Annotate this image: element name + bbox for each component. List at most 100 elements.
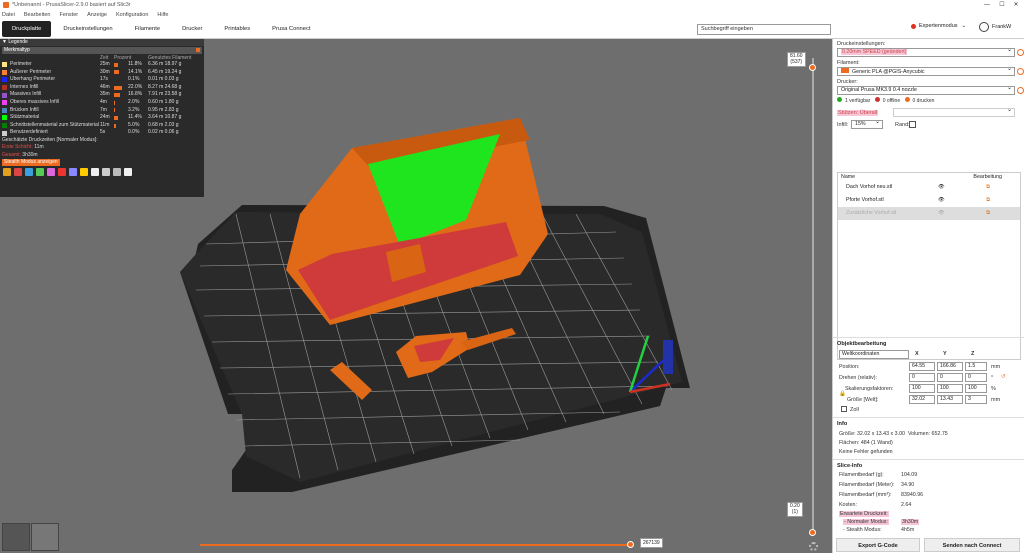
legend-row[interactable]: Überhang Perimeter 17s 0.1% 0.01 m 0.03 g (0, 76, 204, 84)
reset-rotation-icon[interactable]: ↺ (1001, 374, 1006, 380)
object-row-selected[interactable]: Zusätzliche Vorhof.stl 👁 ⧉ (838, 207, 1020, 220)
tab-druckeinstellungen[interactable]: Druckeinstellungen (53, 21, 122, 37)
scale-z-input[interactable]: 100 (965, 384, 987, 393)
filament-combo[interactable]: Generic PLA @PGIS-Anycubic (837, 66, 1015, 76)
wipe-icon[interactable] (14, 168, 22, 177)
legend-row[interactable]: Massives Infill 35m 16.8% 7.91 m 23.58 g (0, 91, 204, 99)
tab-druckplatte[interactable]: Druckplatte (2, 20, 52, 37)
object-row[interactable]: Pforte Vorhof.stl 👁 ⧉ (838, 194, 1020, 207)
minimize-button[interactable]: — (980, 0, 994, 10)
slice-row-value: 34.90 (901, 482, 915, 488)
close-button[interactable]: ✕ (1009, 0, 1023, 10)
tab-prusa-connect[interactable]: Prusa Connect (262, 21, 320, 37)
rotate-z-input[interactable]: 0 (965, 373, 987, 382)
position-z-input[interactable]: 1.5 (965, 362, 987, 371)
tool-marker-icon[interactable] (124, 168, 132, 177)
user-account[interactable]: FrankW (979, 22, 1011, 32)
move-slider-thumb[interactable] (627, 541, 634, 548)
title-bar: *Unbenannt - PrusaSlicer-2.9.0 basiert a… (0, 0, 1024, 10)
printer-cog-icon[interactable] (1017, 87, 1024, 94)
legend-row[interactable]: Internes Infill 46m 22.0% 8.27 m 24.68 g (0, 84, 204, 92)
printer-combo[interactable]: Original Prusa MK3.9 0.4 nozzle (837, 85, 1015, 95)
prusaslicer-logo-icon (3, 2, 9, 8)
menu-konfiguration[interactable]: Konfiguration (116, 12, 148, 18)
move-slider[interactable] (200, 544, 630, 546)
axis-y-label: Y (943, 351, 947, 357)
shells-icon[interactable] (113, 168, 121, 177)
layer-slider[interactable] (812, 58, 814, 534)
menu-bearbeiten[interactable]: Bearbeiten (24, 12, 51, 18)
tab-printables[interactable]: Printables (214, 21, 260, 37)
legend-row-pct: 14.1% (128, 68, 143, 75)
layer-slider-top-thumb[interactable] (809, 64, 816, 71)
center-of-gravity-icon[interactable] (102, 168, 110, 177)
tool-change-icon[interactable] (58, 168, 66, 177)
stealth-mode-value: 4h5m (901, 527, 915, 533)
3d-view-icon[interactable] (2, 523, 30, 551)
legend-swatch-icon (2, 62, 7, 68)
supports-combo[interactable] (893, 107, 1015, 117)
brim-checkbox[interactable] (909, 121, 916, 128)
seams-icon[interactable] (47, 168, 55, 177)
coord-system-select[interactable]: Weltkoordinaten (839, 350, 909, 359)
size-x-input[interactable]: 32.02 (909, 395, 935, 404)
layers-view-icon[interactable] (31, 523, 59, 551)
send-to-connect-button[interactable]: Senden nach Connect (924, 538, 1020, 552)
legend-row[interactable]: Schnittstellenmaterial zum Stützmaterial… (0, 122, 204, 130)
objlist-col-name: Name (841, 174, 856, 180)
legend-row-bar (114, 85, 122, 90)
travel-icon[interactable] (3, 168, 11, 177)
filament-cog-icon[interactable] (1017, 68, 1024, 75)
print-settings-cog-icon[interactable] (1017, 49, 1024, 56)
legend-row-bar (114, 100, 115, 105)
legend-row[interactable]: Äußerer Perimeter 30m 14.1% 6.45 m 19.24 g (0, 69, 204, 77)
lock-icon[interactable]: 🔒 (839, 391, 846, 397)
search-input[interactable]: Suchbegriff eingeben (697, 24, 831, 35)
menu-anzeige[interactable]: Anzeige (87, 12, 107, 18)
stealth-mode-button[interactable]: Stealth Modus anzeigen (2, 159, 60, 167)
tab-drucker[interactable]: Drucker (172, 21, 212, 37)
layer-slider-bottom-thumb[interactable] (809, 529, 816, 536)
print-settings-combo[interactable]: 0.20mm SPEED (geändert) (837, 47, 1015, 57)
legend-row[interactable]: Stützmaterial 24m 11.4% 3.64 m 10.87 g (0, 114, 204, 122)
scale-x-input[interactable]: 100 (909, 384, 935, 393)
deretraction-icon[interactable] (36, 168, 44, 177)
legend-header[interactable]: ▼ Legende (0, 39, 204, 46)
position-y-input[interactable]: 166.86 (937, 362, 963, 371)
retraction-icon[interactable] (25, 168, 33, 177)
menu-fenster[interactable]: Fenster (59, 12, 78, 18)
size-z-input[interactable]: 3 (965, 395, 987, 404)
custom-gcode-icon[interactable] (91, 168, 99, 177)
mode-selector[interactable]: Expertenmodus ⌄ (911, 23, 966, 29)
legend-row[interactable]: Brücken Infill 7m 3.2% 0.95 m 2.83 g (0, 107, 204, 115)
position-x-input[interactable]: 64.55 (909, 362, 935, 371)
legend-row-name: Brücken Infill (10, 106, 39, 113)
pause-icon[interactable] (80, 168, 88, 177)
position-unit: mm (991, 364, 1001, 370)
scale-y-input[interactable]: 100 (937, 384, 963, 393)
inch-checkbox[interactable] (841, 406, 847, 412)
slice-row-label: Filamentbedarf (mm³): (839, 492, 892, 498)
size-y-input[interactable]: 13.43 (937, 395, 963, 404)
export-gcode-button[interactable]: Export G-Code (836, 538, 920, 552)
menu-datei[interactable]: Datei (2, 12, 15, 18)
legend-swatch-icon (2, 100, 7, 106)
menu-hilfe[interactable]: Hilfe (157, 12, 168, 18)
info-faces: Flächen: 484 (1 Wand) (839, 440, 893, 446)
rotate-x-input[interactable]: 0 (909, 373, 935, 382)
tab-filamente[interactable]: Filamente (125, 21, 170, 37)
infill-combo[interactable]: 15% (851, 119, 883, 129)
color-change-icon[interactable] (69, 168, 77, 177)
maximize-button[interactable]: ☐ (995, 0, 1009, 10)
legend-row-name: Internes Infill (10, 83, 39, 90)
legend-row-name: Äußerer Perimeter (10, 68, 52, 75)
legend-view-dropdown[interactable]: Merkmaltyp (2, 47, 202, 54)
legend-row[interactable]: Oberes massives Infill 4m 2.0% 0.60 m 1.80 … (0, 99, 204, 107)
rotate-y-input[interactable]: 0 (937, 373, 963, 382)
legend-row[interactable]: Perimeter 25m 11.8% 6.36 m 18.97 g (0, 61, 204, 69)
legend-row[interactable]: Benutzerdefiniert 5s 0.0% 0.02 m 0.06 g (0, 129, 204, 137)
legend-row-bar (114, 108, 116, 113)
slider-settings-gear-icon[interactable] (809, 542, 818, 551)
object-row[interactable]: Dach Vorhof neu.stl 👁 ⧉ (838, 181, 1020, 194)
legend-row-time: 35m (100, 91, 110, 98)
